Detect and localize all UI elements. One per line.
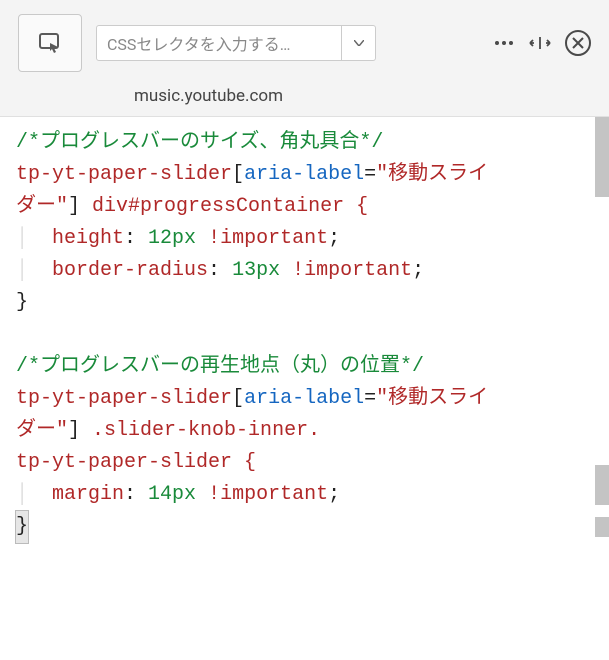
scroll-thumb[interactable] [595, 117, 609, 197]
important: !important [208, 483, 328, 506]
prop: height [52, 227, 124, 250]
selector-rest: div#progressContainer { [80, 195, 368, 218]
chevron-down-icon [354, 40, 364, 46]
toolbar-actions [493, 30, 591, 56]
element-picker-button[interactable] [18, 14, 82, 72]
selector-tag: tp-yt-paper-slider [16, 387, 232, 410]
arrows-horizontal-icon [529, 36, 551, 50]
selector-dropdown-button[interactable] [342, 25, 376, 61]
prop: border-radius [52, 259, 208, 282]
expand-width-button[interactable] [529, 32, 551, 54]
more-options-button[interactable] [493, 32, 515, 54]
brace-close: } [16, 291, 28, 314]
code-content[interactable]: /*プログレスバーのサイズ、角丸具合*/ tp-yt-paper-slider[… [16, 127, 603, 543]
picker-icon [37, 31, 63, 55]
val: 12px [148, 227, 196, 250]
selector-tag: tp-yt-paper-slider [16, 163, 232, 186]
prop: margin [52, 483, 124, 506]
selector-rest: tp-yt-paper-slider { [16, 451, 256, 474]
selector-placeholder: CSSセレクタを入力する… [107, 31, 290, 55]
val: 14px [148, 483, 196, 506]
val: 13px [232, 259, 280, 282]
attr-value: ダー" [16, 195, 68, 218]
close-button[interactable] [565, 30, 591, 56]
selector-combo: CSSセレクタを入力する… [96, 25, 376, 61]
toolbar: CSSセレクタを入力する… [0, 0, 609, 117]
code-editor[interactable]: /*プログレスバーのサイズ、角丸具合*/ tp-yt-paper-slider[… [0, 117, 609, 660]
attr-name: aria-label [244, 387, 364, 410]
attr-value: "移動スライ [376, 163, 488, 186]
close-icon [572, 37, 584, 49]
comment: /*プログレスバーの再生地点（丸）の位置*/ [16, 355, 424, 378]
important: !important [292, 259, 412, 282]
scroll-thumb[interactable] [595, 517, 609, 537]
important: !important [208, 227, 328, 250]
domain-label: music.youtube.com [18, 86, 591, 106]
scroll-thumb[interactable] [595, 465, 609, 505]
selector-rest: .slider-knob-inner. [80, 419, 320, 442]
comment: /*プログレスバーのサイズ、角丸具合*/ [16, 131, 383, 154]
dots-horizontal-icon [494, 40, 514, 46]
scrollbar[interactable] [595, 117, 609, 660]
attr-value: ダー" [16, 419, 68, 442]
css-selector-input[interactable]: CSSセレクタを入力する… [96, 25, 342, 61]
cursor: } [16, 511, 28, 543]
attr-name: aria-label [244, 163, 364, 186]
attr-value: "移動スライ [376, 387, 488, 410]
toolbar-row: CSSセレクタを入力する… [18, 14, 591, 72]
